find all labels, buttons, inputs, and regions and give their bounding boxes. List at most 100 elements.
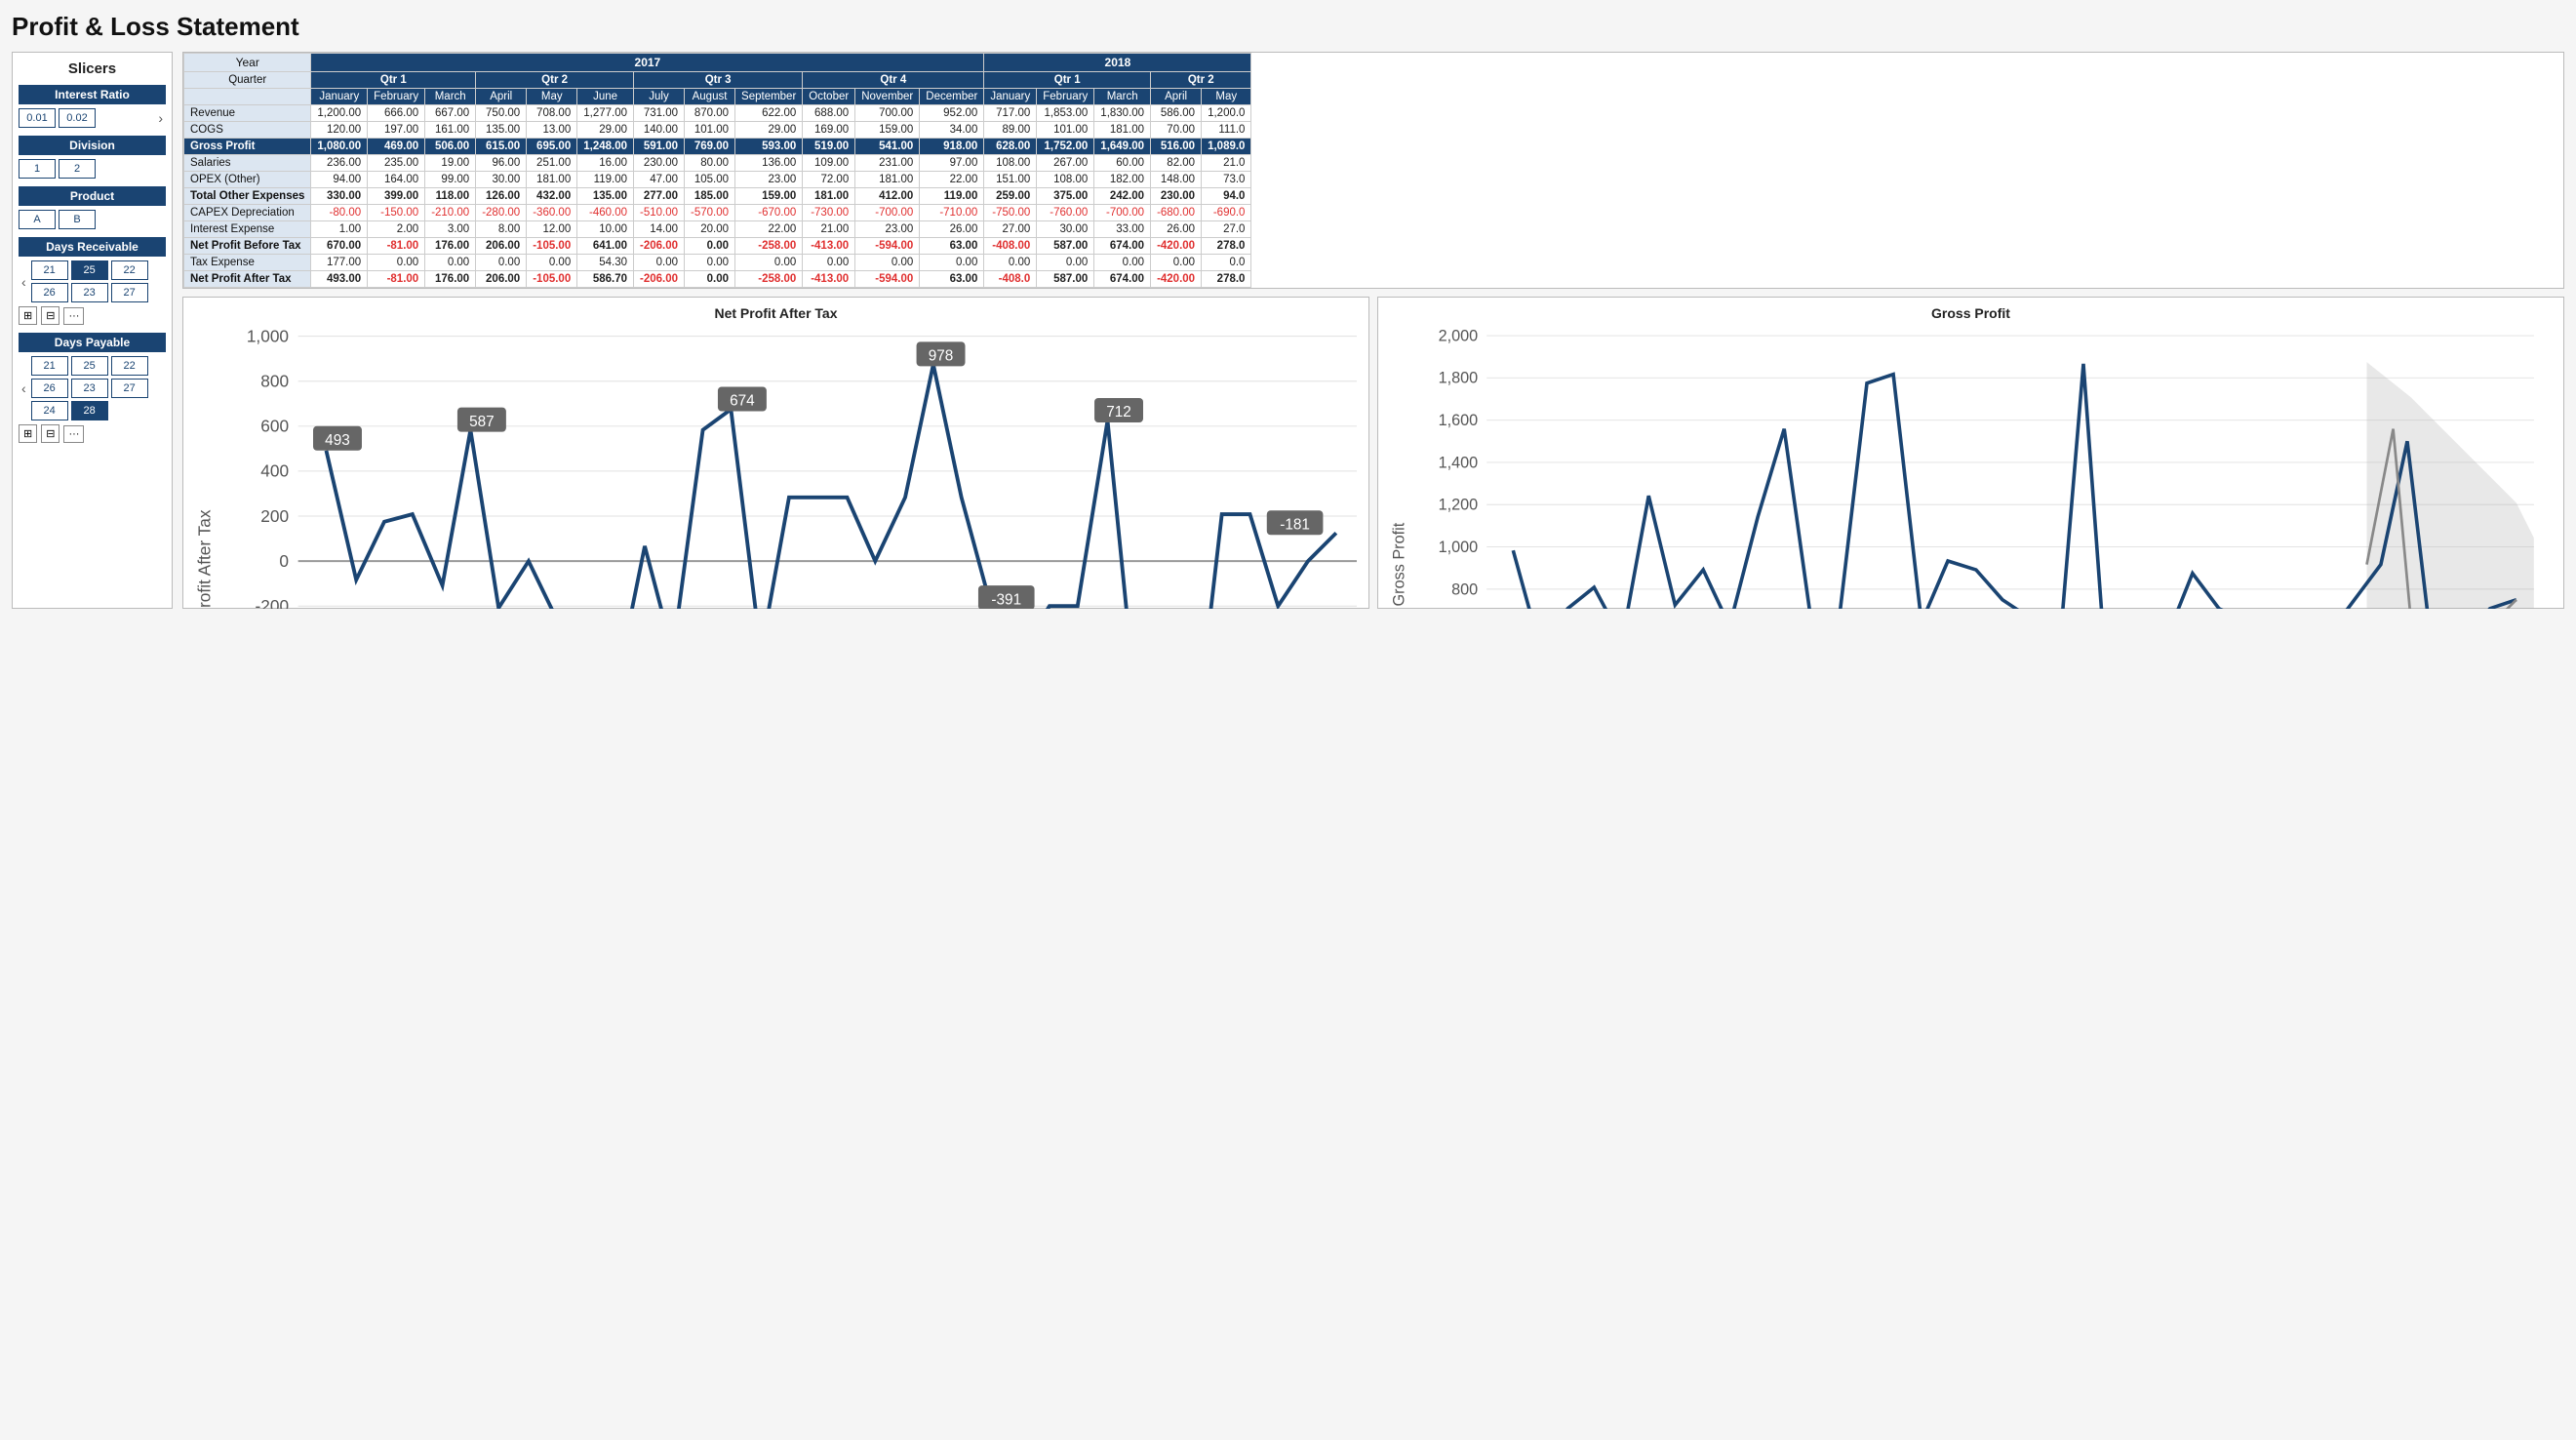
cell: -413.00 xyxy=(803,271,855,288)
slicer-filter-btn[interactable]: ⊞ xyxy=(19,306,37,325)
cell: -81.00 xyxy=(368,238,425,255)
slicer-item[interactable]: 23 xyxy=(71,379,108,398)
cell: 2.00 xyxy=(368,221,425,238)
month-nov: November xyxy=(855,89,920,105)
month-may-2018: May xyxy=(1202,89,1251,105)
cell: 161.00 xyxy=(425,122,476,139)
slicer-item[interactable]: 26 xyxy=(31,379,68,398)
gross-profit-chart-box: Gross Profit xyxy=(1377,297,2564,609)
slicer-item[interactable]: 28 xyxy=(71,401,108,420)
slicer-nav-left[interactable]: ‹ xyxy=(19,380,29,396)
cell: 1,830.00 xyxy=(1094,105,1151,122)
svg-text:Net Profit After Tax: Net Profit After Tax xyxy=(195,509,214,609)
cell: 159.00 xyxy=(855,122,920,139)
row-label-revenue: Revenue xyxy=(184,105,311,122)
cell: 26.00 xyxy=(1151,221,1202,238)
cell: 1,200.00 xyxy=(311,105,368,122)
slicer-nav-right[interactable]: › xyxy=(155,110,166,126)
cell: 666.00 xyxy=(368,105,425,122)
year-2017: 2017 xyxy=(311,54,984,72)
cell: 29.00 xyxy=(577,122,634,139)
gross-profit-chart-title: Gross Profit xyxy=(1390,305,2552,321)
cell: 177.00 xyxy=(311,255,368,271)
slicer-item[interactable]: 21 xyxy=(31,260,68,280)
cell: 586.70 xyxy=(577,271,634,288)
table-row: COGS 120.00 197.00 161.00 135.00 13.00 2… xyxy=(184,122,1251,139)
cell: 688.00 xyxy=(803,105,855,122)
cell: 197.00 xyxy=(368,122,425,139)
row-label-net-after: Net Profit After Tax xyxy=(184,271,311,288)
cell: 375.00 xyxy=(1037,188,1094,205)
slicer-item[interactable]: 1 xyxy=(19,159,56,179)
slicer-item[interactable]: 26 xyxy=(31,283,68,302)
slicers-title: Slicers xyxy=(19,60,166,77)
cell: 135.00 xyxy=(476,122,527,139)
slicer-item[interactable]: 23 xyxy=(71,283,108,302)
svg-text:493: 493 xyxy=(325,432,350,449)
slicer-item[interactable]: 0.02 xyxy=(59,108,96,128)
cell: 667.00 xyxy=(425,105,476,122)
slicer-item[interactable]: 2 xyxy=(59,159,96,179)
cell: 10.00 xyxy=(577,221,634,238)
cell: 277.00 xyxy=(634,188,685,205)
cell: 493.00 xyxy=(311,271,368,288)
cell: -360.00 xyxy=(527,205,577,221)
cell: 185.00 xyxy=(685,188,735,205)
cell: 97.00 xyxy=(920,155,984,172)
slicer-item[interactable]: 0.01 xyxy=(19,108,56,128)
cell: 750.00 xyxy=(476,105,527,122)
slicer-item[interactable]: 22 xyxy=(111,260,148,280)
slicer-more-btn[interactable]: ··· xyxy=(63,307,84,325)
cell: 111.0 xyxy=(1202,122,1251,139)
qtr-4-2017: Qtr 4 xyxy=(803,72,984,89)
cell: 181.00 xyxy=(803,188,855,205)
cell: 101.00 xyxy=(685,122,735,139)
slicer-item[interactable]: A xyxy=(19,210,56,229)
slicer-product: Product A B xyxy=(19,186,166,229)
col-quarter-label: Quarter xyxy=(184,72,311,89)
qtr-2-2018: Qtr 2 xyxy=(1151,72,1251,89)
slicer-nav-left[interactable]: ‹ xyxy=(19,274,29,290)
cell: 591.00 xyxy=(634,139,685,155)
month-oct: October xyxy=(803,89,855,105)
table-row: Net Profit Before Tax 670.00 -81.00 176.… xyxy=(184,238,1251,255)
slicer-more-btn[interactable]: ··· xyxy=(63,425,84,443)
cell: 330.00 xyxy=(311,188,368,205)
slicer-item[interactable]: 25 xyxy=(71,260,108,280)
cell: 101.00 xyxy=(1037,122,1094,139)
svg-text:1,000: 1,000 xyxy=(1439,539,1479,556)
cell: 615.00 xyxy=(476,139,527,155)
svg-text:1,400: 1,400 xyxy=(1439,454,1479,471)
cell: 30.00 xyxy=(1037,221,1094,238)
cell: 21.0 xyxy=(1202,155,1251,172)
cell: 0.00 xyxy=(1094,255,1151,271)
cell: 628.00 xyxy=(984,139,1037,155)
year-2018: 2018 xyxy=(984,54,1251,72)
slicer-filter-btn[interactable]: ⊞ xyxy=(19,424,37,443)
cell: 8.00 xyxy=(476,221,527,238)
slicer-item[interactable]: B xyxy=(59,210,96,229)
month-jan-2018: January xyxy=(984,89,1037,105)
cell: 23.00 xyxy=(855,221,920,238)
slicer-item[interactable]: 21 xyxy=(31,356,68,376)
slicer-item[interactable]: 22 xyxy=(111,356,148,376)
cell: 506.00 xyxy=(425,139,476,155)
slicer-item[interactable]: 27 xyxy=(111,379,148,398)
cell: 230.00 xyxy=(634,155,685,172)
cell: 13.00 xyxy=(527,122,577,139)
slicer-select-btn[interactable]: ⊟ xyxy=(41,306,59,325)
cell: 20.00 xyxy=(685,221,735,238)
month-may: May xyxy=(527,89,577,105)
net-profit-chart-title: Net Profit After Tax xyxy=(195,305,1357,321)
slicer-item[interactable]: 24 xyxy=(31,401,68,420)
slicer-select-btn[interactable]: ⊟ xyxy=(41,424,59,443)
slicer-item[interactable]: 27 xyxy=(111,283,148,302)
cell: 259.00 xyxy=(984,188,1037,205)
qtr-1-2017: Qtr 1 xyxy=(311,72,476,89)
slicer-item[interactable]: 25 xyxy=(71,356,108,376)
cell: -258.00 xyxy=(735,238,803,255)
cell: 587.00 xyxy=(1037,238,1094,255)
cell: 641.00 xyxy=(577,238,634,255)
cell: 251.00 xyxy=(527,155,577,172)
cell: 0.00 xyxy=(1151,255,1202,271)
